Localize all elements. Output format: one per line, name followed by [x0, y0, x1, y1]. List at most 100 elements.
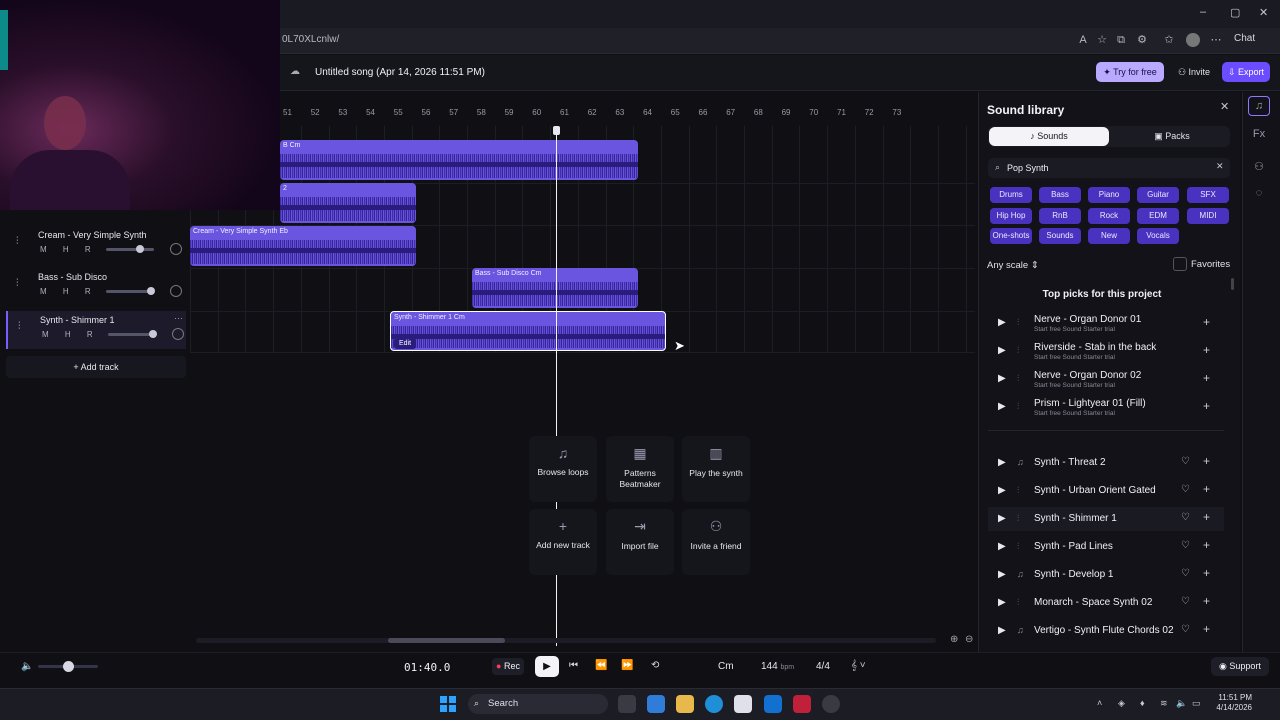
- sound-item[interactable]: ▶ ⫶ Monarch - Space Synth 02 ♡ +: [988, 591, 1224, 615]
- heart-icon[interactable]: ♡: [1181, 596, 1190, 607]
- settings-icon[interactable]: ⚙: [1135, 33, 1149, 47]
- close-icon[interactable]: ✕: [1220, 100, 1229, 113]
- slider-knob[interactable]: [136, 245, 144, 253]
- windows-start-icon[interactable]: [440, 696, 456, 712]
- invite-friend-button[interactable]: ⚇ Invite a friend: [682, 509, 750, 575]
- top-pick-item[interactable]: ▶ ⫶ Nerve - Organ Donor 01 Start free Sound…: [988, 312, 1224, 338]
- wifi-icon[interactable]: ≋: [1160, 698, 1168, 709]
- effects-icon[interactable]: Fx: [1251, 128, 1267, 140]
- tag-hip-hop[interactable]: Hip Hop: [990, 208, 1032, 224]
- outlook-icon[interactable]: [764, 695, 782, 713]
- favorite-star-icon[interactable]: ☆: [1095, 33, 1109, 47]
- tab-sounds[interactable]: ♪ Sounds: [989, 127, 1109, 146]
- volume-icon[interactable]: 🔈: [21, 661, 33, 672]
- library-scrollbar[interactable]: [1231, 278, 1234, 290]
- track-name[interactable]: Synth - Shimmer 1: [40, 315, 115, 325]
- tray-chevron-icon[interactable]: ˄: [1097, 698, 1102, 708]
- song-title[interactable]: Untitled song (Apr 14, 2026 11:51 PM): [315, 67, 485, 78]
- play-icon[interactable]: ▶: [998, 485, 1006, 496]
- battery-icon[interactable]: ▭: [1192, 698, 1201, 709]
- add-track-button[interactable]: + Add track: [6, 356, 186, 378]
- play-icon[interactable]: ▶: [998, 373, 1006, 384]
- browse-loops-button[interactable]: ♫ Browse loops: [529, 436, 597, 502]
- clip-cream-very-simple-synth[interactable]: Cream - Very Simple Synth Eb: [190, 226, 416, 266]
- play-the-synth-button[interactable]: ▥ Play the synth: [682, 436, 750, 502]
- heart-icon[interactable]: ♡: [1181, 624, 1190, 635]
- timeline-scrollbar[interactable]: [196, 638, 936, 643]
- add-icon[interactable]: +: [1203, 454, 1210, 468]
- favorites-checkbox[interactable]: [1173, 257, 1187, 271]
- tag-guitar[interactable]: Guitar: [1137, 187, 1179, 203]
- sound-item[interactable]: ▶ ⫶ Synth - Shimmer 1 ♡ +: [988, 507, 1224, 531]
- add-icon[interactable]: +: [1203, 343, 1210, 357]
- store-icon[interactable]: [734, 695, 752, 713]
- add-icon[interactable]: +: [1203, 566, 1210, 580]
- heart-icon[interactable]: ♡: [1181, 512, 1190, 523]
- speaker-icon[interactable]: 🔈: [1176, 698, 1187, 709]
- sound-item[interactable]: ▶ ♫ Synth - Threat 2 ♡ +: [988, 451, 1224, 475]
- tag-rnb[interactable]: RnB: [1039, 208, 1081, 224]
- play-icon[interactable]: ▶: [998, 513, 1006, 524]
- copilot-icon[interactable]: [647, 695, 665, 713]
- play-icon[interactable]: ▶: [998, 317, 1006, 328]
- url-text[interactable]: 0L70XLcnlw/: [282, 34, 339, 45]
- read-aloud-icon[interactable]: A: [1076, 33, 1090, 47]
- track-volume-slider[interactable]: [106, 245, 154, 253]
- tag-edm[interactable]: EDM: [1137, 208, 1179, 224]
- add-icon[interactable]: +: [1203, 510, 1210, 524]
- pan-knob[interactable]: [172, 328, 184, 340]
- tag-bass[interactable]: Bass: [1039, 187, 1081, 203]
- task-view-icon[interactable]: [618, 695, 636, 713]
- clip-synth-shimmer-1[interactable]: Synth - Shimmer 1 Cm: [390, 311, 666, 351]
- clip-edit-button[interactable]: Edit: [394, 338, 416, 349]
- library-search-input[interactable]: [1007, 160, 1207, 176]
- zoom-out-icon[interactable]: ⊖: [965, 634, 973, 645]
- maximize-icon[interactable]: ▢: [1230, 6, 1240, 19]
- pan-knob[interactable]: [170, 285, 182, 297]
- top-pick-item[interactable]: ▶ ⫶ Prism - Lightyear 01 (Fill) Start free …: [988, 396, 1224, 422]
- track-mute-solo-rec[interactable]: M H R: [40, 245, 98, 254]
- sound-item[interactable]: ▶ ⫶ Synth - Pad Lines ♡ +: [988, 535, 1224, 559]
- play-icon[interactable]: ▶: [998, 401, 1006, 412]
- skip-back-icon[interactable]: ⏮: [569, 660, 578, 671]
- record-button[interactable]: ● Rec: [492, 658, 524, 675]
- key-display[interactable]: Cm: [718, 661, 734, 672]
- playhead-handle[interactable]: [553, 126, 560, 135]
- export-button[interactable]: ⇩ Export: [1222, 62, 1270, 82]
- tag-new[interactable]: New: [1088, 228, 1130, 244]
- add-new-track-button[interactable]: + Add new track: [529, 509, 597, 575]
- tag-piano[interactable]: Piano: [1088, 187, 1130, 203]
- heart-icon[interactable]: ♡: [1181, 484, 1190, 495]
- play-icon[interactable]: ▶: [998, 345, 1006, 356]
- track-volume-slider[interactable]: [106, 287, 155, 295]
- microphone-icon[interactable]: ♦: [1140, 698, 1145, 708]
- heart-icon[interactable]: ♡: [1181, 540, 1190, 551]
- copilot-chat-button[interactable]: Chat: [1234, 33, 1255, 44]
- invite-button[interactable]: ⚇ Invite: [1172, 62, 1216, 82]
- play-icon[interactable]: ▶: [998, 597, 1006, 608]
- add-icon[interactable]: +: [1203, 538, 1210, 552]
- play-icon[interactable]: ▶: [998, 625, 1006, 636]
- add-icon[interactable]: +: [1203, 622, 1210, 636]
- try-for-free-button[interactable]: ✦ Try for free: [1096, 62, 1164, 82]
- pan-knob[interactable]: [170, 243, 182, 255]
- metronome-icon[interactable]: 𝄞 ˅: [851, 660, 866, 671]
- tag-drums[interactable]: Drums: [990, 187, 1032, 203]
- support-button[interactable]: ◉ Support: [1211, 657, 1269, 676]
- tab-packs[interactable]: ▣ Packs: [1114, 127, 1230, 146]
- sound-item[interactable]: ▶ ♫ Synth - Develop 1 ♡ +: [988, 563, 1224, 587]
- patterns-beatmaker-button[interactable]: ▦ Patterns Beatmaker: [606, 436, 674, 502]
- top-pick-item[interactable]: ▶ ⫶ Nerve - Organ Donor 02 Start free Sound…: [988, 368, 1224, 394]
- tempo-display[interactable]: 144 bpm: [761, 661, 794, 672]
- tray-app-icon[interactable]: ◈: [1118, 698, 1125, 709]
- track-mute-solo-rec[interactable]: M H R: [42, 330, 100, 339]
- sound-library-icon[interactable]: ♫: [1251, 100, 1267, 112]
- tag-rock[interactable]: Rock: [1088, 208, 1130, 224]
- import-file-button[interactable]: ⇥ Import file: [606, 509, 674, 575]
- add-icon[interactable]: +: [1203, 399, 1210, 413]
- add-icon[interactable]: +: [1203, 315, 1210, 329]
- track-more-icon[interactable]: ⋯: [174, 313, 183, 324]
- play-button[interactable]: ▶: [535, 656, 559, 677]
- track-volume-slider[interactable]: [108, 330, 157, 338]
- tag-vocals[interactable]: Vocals: [1137, 228, 1179, 244]
